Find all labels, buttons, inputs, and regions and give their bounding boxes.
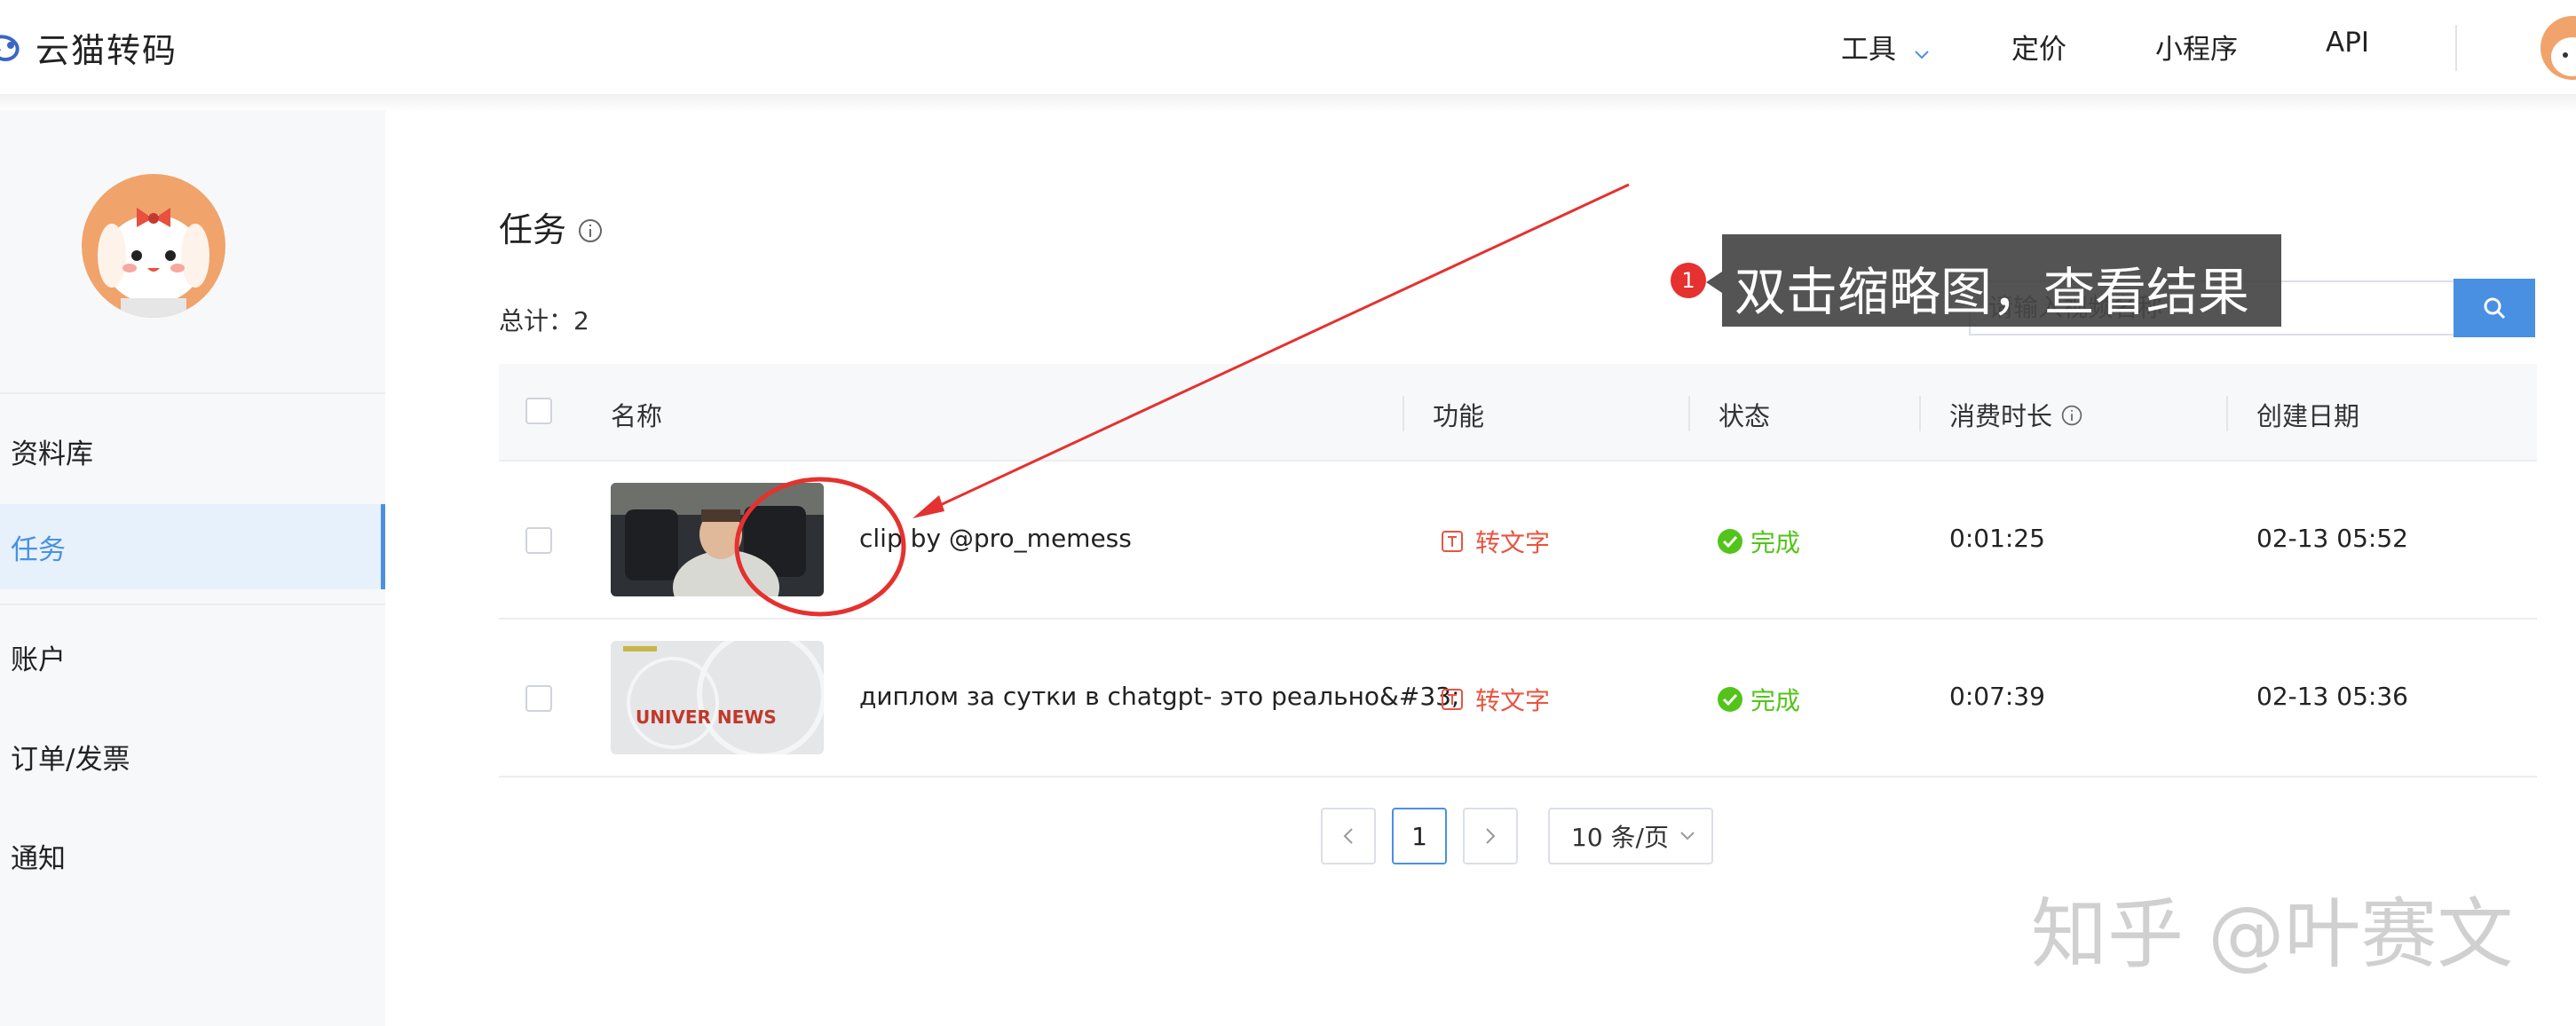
sidebar-item-tasks-label: 任务: [11, 534, 66, 566]
row-status-label: 完成: [1750, 528, 1801, 557]
column-header-status: 状态: [1719, 401, 1771, 431]
annotation-pointer: [1706, 272, 1722, 293]
video-thumbnail[interactable]: UNIVER NEWS: [611, 641, 824, 754]
row-name: clip by @pro_memess: [859, 524, 1132, 553]
chevron-down-icon: [1914, 36, 1930, 67]
row-status-label: 完成: [1750, 686, 1801, 715]
page-size-select[interactable]: 10 条/页: [1548, 808, 1713, 864]
table-header: 名称 功能 状态 消费时长 创建日期: [499, 364, 2537, 462]
search-button[interactable]: [2454, 279, 2535, 337]
sidebar-item-orders[interactable]: 订单/发票: [11, 737, 130, 777]
sidebar-item-notifications[interactable]: 通知: [11, 836, 66, 876]
row-function-label: 转文字: [1475, 686, 1551, 715]
page-title-text: 任务: [499, 210, 567, 249]
info-icon[interactable]: [2060, 403, 2083, 433]
next-page-button[interactable]: [1463, 808, 1518, 864]
sidebar-divider: [0, 392, 385, 394]
chevron-left-icon: [1343, 828, 1353, 844]
column-separator: [1403, 396, 1404, 431]
row-name: диплом за сутки в chatgpt- это реально&#…: [859, 682, 1460, 711]
top-header: 云猫转码 工具 定价 小程序 API: [0, 0, 2576, 94]
user-avatar[interactable]: [2540, 16, 2576, 80]
search-icon: [2484, 297, 2506, 320]
nav-item-api[interactable]: API: [2326, 27, 2369, 59]
profile-avatar[interactable]: [82, 174, 225, 318]
table-row[interactable]: clip by @pro_memess 转文字 完成 0:01:25 02-13…: [499, 462, 2537, 620]
total-count: 总计：2: [499, 306, 589, 335]
annotation-step-badge: 1: [1671, 263, 1706, 298]
nav-item-pricing[interactable]: 定价: [2011, 27, 2066, 67]
info-icon[interactable]: [577, 213, 604, 252]
text-convert-icon: [1442, 689, 1463, 710]
sidebar-divider: [0, 604, 385, 605]
column-header-name: 名称: [611, 401, 663, 431]
column-header-function: 功能: [1433, 401, 1485, 431]
row-function-label: 转文字: [1475, 528, 1551, 557]
thumbnail-caption: UNIVER NEWS: [636, 706, 777, 728]
chevron-right-icon: [1486, 828, 1496, 844]
row-duration: 0:07:39: [1949, 682, 2045, 711]
row-function[interactable]: 转文字: [1440, 524, 1550, 559]
row-status: 完成: [1717, 682, 1800, 717]
nav-tools-label: 工具: [1841, 34, 1896, 66]
page-title: 任务: [499, 202, 604, 252]
sidebar-item-account[interactable]: 账户: [11, 637, 66, 677]
logo-icon: [0, 29, 27, 65]
logo[interactable]: 云猫转码: [0, 21, 178, 73]
nav-item-tools[interactable]: 工具: [1841, 27, 1930, 67]
column-separator: [1919, 396, 1921, 431]
column-header-created: 创建日期: [2256, 401, 2360, 431]
video-thumbnail[interactable]: [611, 483, 824, 596]
watermark: 知乎 @叶赛文: [2031, 890, 2514, 979]
row-checkbox[interactable]: [525, 527, 552, 554]
page-button-current[interactable]: 1: [1392, 808, 1447, 864]
row-checkbox[interactable]: [525, 685, 552, 712]
logo-text: 云猫转码: [36, 30, 178, 70]
sidebar-item-library[interactable]: 资料库: [11, 431, 93, 471]
sidebar: 资料库 任务 账户 订单/发票 通知: [0, 110, 385, 1026]
nav-item-miniprogram[interactable]: 小程序: [2155, 27, 2238, 67]
row-status: 完成: [1717, 524, 1800, 559]
row-duration: 0:01:25: [1949, 524, 2045, 553]
annotation-tooltip: 双击缩略图，查看结果: [1722, 234, 2281, 327]
check-circle-icon: [1718, 529, 1742, 554]
row-created: 02-13 05:52: [2256, 524, 2408, 553]
chevron-down-icon: [1680, 832, 1695, 841]
text-convert-icon: [1442, 531, 1463, 552]
row-function[interactable]: 转文字: [1440, 682, 1550, 717]
table-row[interactable]: UNIVER NEWS диплом за сутки в chatgpt- э…: [499, 620, 2537, 777]
column-separator: [1688, 396, 1690, 431]
sidebar-item-tasks[interactable]: 任务: [0, 504, 385, 589]
check-circle-icon: [1718, 687, 1742, 712]
row-created: 02-13 05:36: [2256, 682, 2408, 711]
header-shadow: [0, 94, 2576, 112]
column-separator: [2226, 396, 2228, 431]
prev-page-button[interactable]: [1321, 808, 1376, 864]
page-size-label: 10 条/页: [1571, 823, 1669, 852]
column-header-duration-label: 消费时长: [1949, 401, 2053, 431]
column-header-duration: 消费时长: [1949, 396, 2083, 433]
nav-divider: [2455, 25, 2457, 71]
select-all-checkbox[interactable]: [525, 398, 552, 424]
